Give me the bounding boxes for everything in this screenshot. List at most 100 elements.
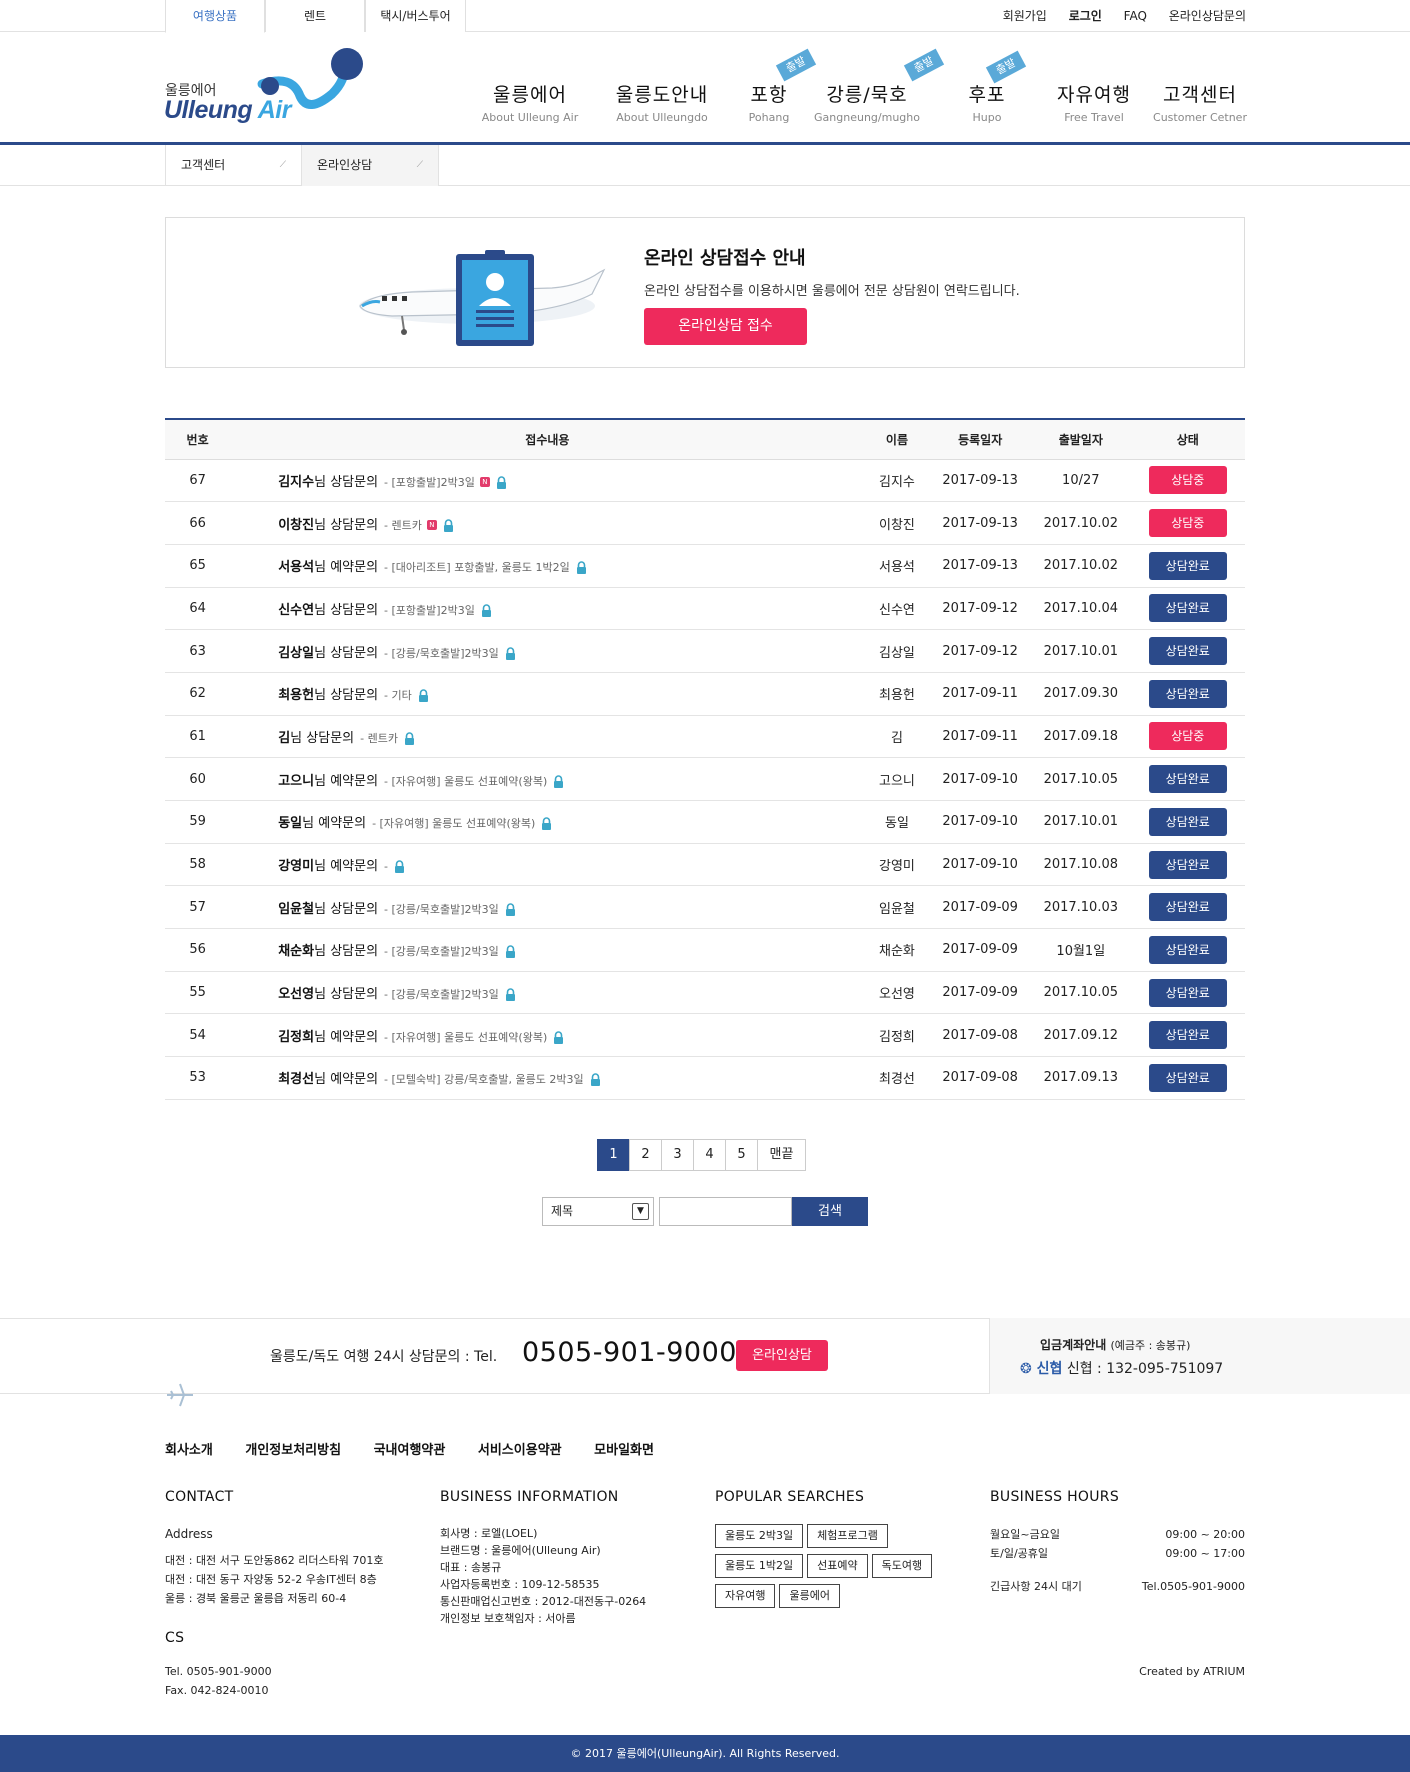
row-subject[interactable]: 고으니님 예약문의 - [자유여행] 울릉도 선표예약(왕복) [230,757,865,801]
page-4-button[interactable]: 4 [693,1139,726,1171]
row-reg-date: 2017-09-11 [929,715,1032,759]
row-subject[interactable]: 김지수님 상담문의 - [포항출발]2박3일 N [230,459,865,503]
lock-icon [590,1073,601,1087]
footer-business-hours: BUSINESS HOURS 월요일~금요일 09:00 ~ 20:00 토/일… [990,1489,1245,1681]
row-author: 김지수 [278,474,315,490]
nav-pohang[interactable]: 포항 Pohang [738,80,800,124]
online-consult-apply-button[interactable]: 온라인상담 접수 [644,308,807,345]
table-row[interactable]: 58 강영미님 예약문의 - 강영미 2017-09-10 2017.10.08 상담완료 [165,843,1245,887]
popular-search-tag[interactable]: 울릉에어 [779,1584,840,1608]
subnav-online-consult[interactable]: 온라인상담 ⟋ [302,145,439,186]
status-badge[interactable]: 상담완료 [1148,807,1227,836]
status-badge[interactable]: 상담중 [1148,722,1227,751]
row-name: 이창진 [864,501,930,545]
row-subject[interactable]: 김정희님 예약문의 - [자유여행] 울릉도 선표예약(왕복) [230,1013,865,1058]
search-input[interactable] [659,1197,792,1226]
business-info-line: 통신판매업신고번호 : 2012-대전동구-0264 [440,1595,647,1608]
row-status: 상담완료 [1130,800,1245,844]
status-badge[interactable]: 상담완료 [1148,850,1227,879]
login-link[interactable]: 로그인 [1069,9,1102,23]
row-subject[interactable]: 오선영님 상담문의 - [강릉/묵호출발]2박3일 [230,971,865,1015]
emergency-label: 긴급사항 24시 대기 [990,1580,1082,1593]
search-button[interactable]: 검색 [792,1197,868,1226]
row-subject[interactable]: 채순화님 상담문의 - [강릉/묵호출발]2박3일 [230,928,865,972]
footer-link-mobile[interactable]: 모바일화면 [594,1443,654,1458]
status-badge[interactable]: 상담완료 [1148,551,1227,580]
row-subject[interactable]: 최용헌님 상담문의 - 기타 [230,672,865,716]
table-row[interactable]: 59 동일님 예약문의 - [자유여행] 울릉도 선표예약(왕복) 동일 2017-09… [165,800,1245,844]
row-subject[interactable]: 동일님 예약문의 - [자유여행] 울릉도 선표예약(왕복) [230,800,865,844]
footer-link-company[interactable]: 회사소개 [165,1443,213,1458]
row-subject[interactable]: 김상일님 상담문의 - [강릉/묵호출발]2박3일 [230,629,865,673]
table-row[interactable]: 62 최용헌님 상담문의 - 기타 최용헌 2017-09-11 2017.09.30 상담… [165,672,1245,716]
table-row[interactable]: 63 김상일님 상담문의 - [강릉/묵호출발]2박3일 김상일 2017-09-12 2… [165,629,1245,673]
business-info-line: 사업자등록번호 : 109-12-58535 [440,1578,600,1591]
status-badge[interactable]: 상담완료 [1148,935,1227,964]
footer-link-service-terms[interactable]: 서비스이용약관 [478,1443,562,1458]
footer-online-consult-button[interactable]: 온라인상담 [736,1340,828,1371]
footer-business-info: BUSINESS INFORMATION 회사명 : 로엘(LOEL) 브랜드명 … [440,1489,700,1627]
status-badge[interactable]: 상담완료 [1148,1021,1227,1050]
nav-free-travel[interactable]: 자유여행 Free Travel [1040,80,1148,124]
nav-sub-label: Free Travel [1064,111,1124,124]
table-row[interactable]: 61 김님 상담문의 - 렌트카 김 2017-09-11 2017.09.18 상담중 [165,715,1245,759]
subnav-customer-center[interactable]: 고객센터 ⟋ [165,145,302,186]
row-subject[interactable]: 임윤철님 상담문의 - [강릉/묵호출발]2박3일 [230,885,865,930]
table-row[interactable]: 60 고으니님 예약문의 - [자유여행] 울릉도 선표예약(왕복) 고으니 2017-… [165,757,1245,801]
footer-link-privacy[interactable]: 개인정보처리방침 [245,1443,341,1458]
status-badge[interactable]: 상담완료 [1148,893,1227,922]
row-subject[interactable]: 이창진님 상담문의 - 렌트카 N [230,501,865,545]
status-badge[interactable]: 상담완료 [1148,637,1227,666]
nav-gangneung[interactable]: 강릉/묵호 Gangneung/mugho [812,80,922,124]
nav-hupo[interactable]: 후포 Hupo [956,80,1018,124]
top-tab-rent[interactable]: 렌트 [265,0,365,32]
row-number: 67 [165,459,231,503]
consult-board-table: 번호 접수내용 이름 등록일자 출발일자 상태 67 김지수님 상담문의 - [포항… [165,418,1245,1100]
page-last-button[interactable]: 맨끝 [757,1139,806,1171]
nav-ulleungdo-info[interactable]: 울릉도안내 About Ulleungdo [608,80,716,124]
footer-link-domestic-terms[interactable]: 국내여행약관 [374,1443,446,1458]
popular-search-tag[interactable]: 체험프로그램 [807,1524,888,1548]
table-row[interactable]: 57 임윤철님 상담문의 - [강릉/묵호출발]2박3일 임윤철 2017-09-09 2… [165,885,1245,930]
popular-search-tag[interactable]: 울릉도 1박2일 [715,1554,804,1578]
top-tab-taxi-bus[interactable]: 택시/버스투어 [365,0,466,32]
row-subject[interactable]: 강영미님 예약문의 - [230,843,865,887]
row-subject[interactable]: 서용석님 예약문의 - [대아리조트] 포항출발, 울릉도 1박2일 [230,544,865,588]
status-badge[interactable]: 상담완료 [1148,765,1227,794]
status-badge[interactable]: 상담중 [1148,466,1227,495]
status-badge[interactable]: 상담중 [1148,509,1227,538]
table-row[interactable]: 66 이창진님 상담문의 - 렌트카 N 이창진 2017-09-13 2017.10.02… [165,501,1245,545]
nav-customer-center[interactable]: 고객센터 Customer Cetner [1150,80,1250,124]
status-badge[interactable]: 상담완료 [1148,1063,1227,1092]
faq-link[interactable]: FAQ [1124,9,1147,23]
status-badge[interactable]: 상담완료 [1148,679,1227,708]
page-2-button[interactable]: 2 [629,1139,662,1171]
row-subject[interactable]: 신수연님 상담문의 - [포항출발]2박3일 [230,587,865,631]
signup-link[interactable]: 회원가입 [1003,9,1047,23]
tag-row: 자유여행 울릉에어 [715,1584,975,1614]
row-kind: 예약문의 [318,816,367,832]
search-field-select[interactable]: 제목 ▼ [542,1197,654,1226]
row-subject[interactable]: 김님 상담문의 - 렌트카 [230,715,865,759]
page-5-button[interactable]: 5 [725,1139,758,1171]
page-3-button[interactable]: 3 [661,1139,694,1171]
table-row[interactable]: 55 오선영님 상담문의 - [강릉/묵호출발]2박3일 오선영 2017-09-09 2… [165,971,1245,1015]
status-badge[interactable]: 상담완료 [1148,978,1227,1007]
table-row[interactable]: 53 최경선님 예약문의 - [모텔숙박] 강릉/묵호출발, 울릉도 2박3일 최경선… [165,1056,1245,1100]
popular-search-tag[interactable]: 울릉도 2박3일 [715,1524,804,1548]
online-consult-link[interactable]: 온라인상담문의 [1169,9,1246,23]
page-1-button[interactable]: 1 [597,1139,630,1171]
row-suffix: 님 [314,1029,327,1045]
popular-search-tag[interactable]: 독도여행 [871,1554,933,1578]
table-row[interactable]: 54 김정희님 예약문의 - [자유여행] 울릉도 선표예약(왕복) 김정희 2017-… [165,1013,1245,1058]
table-row[interactable]: 64 신수연님 상담문의 - [포항출발]2박3일 신수연 2017-09-12 2017… [165,587,1245,631]
table-row[interactable]: 56 채순화님 상담문의 - [강릉/묵호출발]2박3일 채순화 2017-09-09 1… [165,928,1245,972]
top-tab-travel[interactable]: 여행상품 [165,0,265,33]
popular-search-tag[interactable]: 선표예약 [807,1554,868,1578]
row-subject[interactable]: 최경선님 예약문의 - [모텔숙박] 강릉/묵호출발, 울릉도 2박3일 [230,1056,865,1100]
nav-ulleung-air[interactable]: 울릉에어 About Ulleung Air [472,80,588,124]
popular-search-tag[interactable]: 자유여행 [715,1584,776,1608]
table-row[interactable]: 67 김지수님 상담문의 - [포항출발]2박3일 N 김지수 2017-09-13 10/… [165,459,1245,503]
table-row[interactable]: 65 서용석님 예약문의 - [대아리조트] 포항출발, 울릉도 1박2일 서용석 20… [165,544,1245,588]
status-badge[interactable]: 상담완료 [1148,594,1227,623]
